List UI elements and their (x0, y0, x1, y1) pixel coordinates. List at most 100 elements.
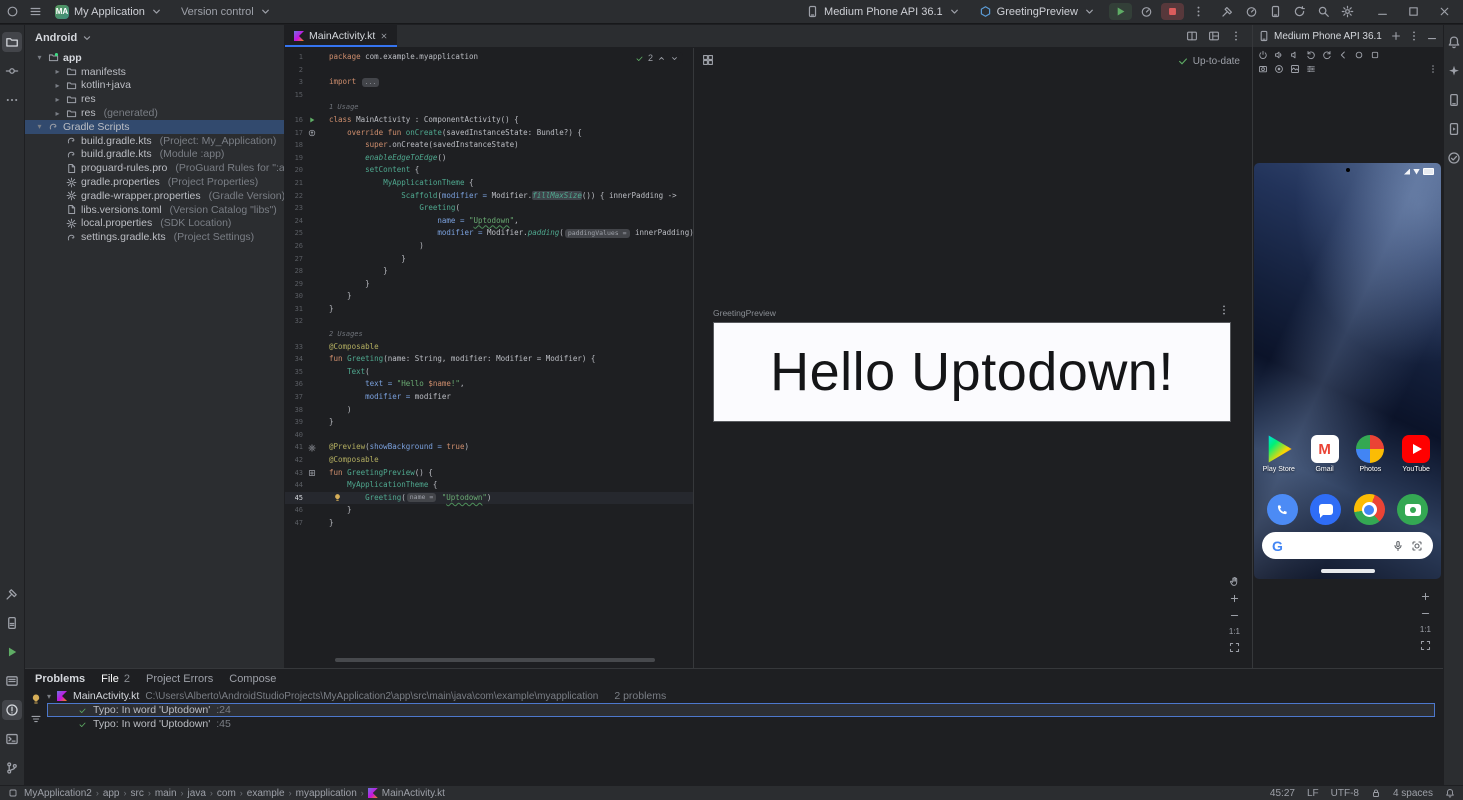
code-line[interactable]: 18 super.onCreate(savedInstanceState) (285, 139, 693, 152)
line-number[interactable]: 35 (285, 366, 303, 379)
zoom-to-fit-icon[interactable] (1420, 640, 1431, 651)
line-number[interactable]: 17 (285, 127, 303, 140)
line-number[interactable]: 3 (285, 76, 303, 89)
line-number[interactable] (285, 328, 303, 341)
line-number[interactable]: 40 (285, 429, 303, 442)
screenshot-icon[interactable] (1258, 64, 1268, 74)
code-line[interactable]: 15 (285, 89, 693, 102)
line-number[interactable]: 47 (285, 517, 303, 530)
code-line[interactable]: 30 } (285, 290, 693, 303)
minimize-icon[interactable] (1376, 5, 1389, 18)
volume-up-icon[interactable] (1274, 50, 1284, 60)
close-tab-icon[interactable] (380, 32, 388, 40)
tree-item-libs-versions-toml[interactable]: libs.versions.toml(Version Catalog "libs… (25, 203, 284, 217)
emulator-screen[interactable]: Play StoreGmailPhotosYouTube G (1254, 163, 1441, 579)
code-editor[interactable]: 1package com.example.myapplication23impo… (285, 48, 693, 668)
code-line[interactable]: 16class MainActivity : ComponentActivity… (285, 114, 693, 127)
code-line[interactable]: 46 } (285, 504, 693, 517)
app-photos[interactable]: Photos (1349, 435, 1391, 473)
main-menu-icon[interactable] (29, 5, 42, 18)
more-horizontal-icon[interactable] (2, 90, 22, 110)
sync-icon[interactable] (1293, 5, 1306, 18)
zoom-in-icon[interactable] (1420, 591, 1431, 602)
line-number[interactable]: 16 (285, 114, 303, 127)
code-line[interactable]: 29 } (285, 278, 693, 291)
lightbulb-icon[interactable] (333, 493, 342, 502)
line-number[interactable]: 15 (285, 89, 303, 102)
messages-dock-icon[interactable] (1310, 494, 1341, 525)
vcs-widget[interactable]: Version control (176, 3, 277, 20)
line-number[interactable]: 45 (285, 492, 303, 505)
code-line[interactable]: 37 modifier = modifier (285, 391, 693, 404)
breadcrumb-example[interactable]: example (247, 788, 285, 799)
device-tab[interactable]: Medium Phone API 36.1 (1253, 25, 1443, 48)
code-line[interactable]: 40 (285, 429, 693, 442)
tree-item-gradle-scripts[interactable]: ▾Gradle Scripts (25, 120, 284, 134)
problems-tab-project-errors[interactable]: Project Errors (146, 673, 213, 685)
code-line[interactable]: 43fun GreetingPreview() { (285, 467, 693, 480)
project-selector[interactable]: MA My Application (50, 3, 168, 21)
zoom-out-icon[interactable] (1229, 610, 1240, 621)
more-vertical-icon[interactable] (1192, 5, 1205, 18)
tree-item-res[interactable]: ▸res(generated) (25, 106, 284, 120)
app-youtube[interactable]: YouTube (1395, 435, 1437, 473)
encoding[interactable]: UTF-8 (1331, 788, 1359, 799)
line-number[interactable]: 36 (285, 378, 303, 391)
problem-row[interactable]: Typo: In word 'Uptodown':24 (47, 703, 1435, 717)
more-vertical-icon[interactable] (1408, 30, 1420, 42)
editor-tab-mainactivity[interactable]: MainActivity.kt (285, 25, 397, 47)
build-hammer-icon[interactable] (2, 584, 22, 604)
tree-item-settings-gradle-kts[interactable]: settings.gradle.kts(Project Settings) (25, 230, 284, 244)
breadcrumb-java[interactable]: java (188, 788, 206, 799)
hide-icon[interactable] (1426, 30, 1438, 42)
photos-icon[interactable] (1356, 435, 1384, 463)
line-number[interactable]: 42 (285, 454, 303, 467)
line-number[interactable]: 19 (285, 152, 303, 165)
version-control-icon[interactable] (2, 758, 22, 778)
line-number[interactable]: 32 (285, 315, 303, 328)
more-vertical-icon[interactable] (1428, 64, 1438, 74)
stop-button[interactable] (1161, 3, 1184, 20)
zoom-actual-size[interactable]: 1:1 (1229, 627, 1240, 636)
problem-row[interactable]: Typo: In word 'Uptodown':45 (47, 717, 1435, 731)
code-line[interactable]: 23 Greeting( (285, 202, 693, 215)
line-number[interactable]: 37 (285, 391, 303, 404)
line-ending[interactable]: LF (1307, 788, 1319, 799)
line-number[interactable]: 24 (285, 215, 303, 228)
line-number[interactable]: 29 (285, 278, 303, 291)
line-number[interactable]: 1 (285, 51, 303, 64)
insights-icon[interactable] (1444, 148, 1463, 168)
chrome-dock-icon[interactable] (1354, 494, 1385, 525)
code-line[interactable]: 27 } (285, 253, 693, 266)
power-icon[interactable] (1258, 50, 1268, 60)
line-number[interactable]: 20 (285, 164, 303, 177)
line-number[interactable]: 46 (285, 504, 303, 517)
code-line[interactable]: 38 ) (285, 404, 693, 417)
line-number[interactable]: 18 (285, 139, 303, 152)
search-icon[interactable] (1317, 5, 1330, 18)
notifications-icon[interactable] (1444, 32, 1463, 52)
code-line[interactable]: 20 setContent { (285, 164, 693, 177)
code-line[interactable]: 21 MyApplicationTheme { (285, 177, 693, 190)
tree-item-gradle-wrapper-properties[interactable]: gradle-wrapper.properties(Gradle Version… (25, 189, 284, 203)
record-icon[interactable] (1274, 64, 1284, 74)
code-line[interactable]: 24 name = "Uptodown", (285, 215, 693, 228)
code-line[interactable]: 25 modifier = Modifier.padding(paddingVa… (285, 227, 693, 240)
lightbulb-icon[interactable] (30, 693, 42, 705)
chevron-down-icon[interactable]: ▾ (35, 122, 44, 131)
terminal-icon[interactable] (2, 729, 22, 749)
run-button[interactable] (1109, 3, 1132, 20)
usage-inlay-hint[interactable]: 2 Usages (329, 330, 363, 338)
logcat-icon[interactable] (2, 671, 22, 691)
preview-gutter-icon[interactable] (308, 469, 316, 477)
code-line[interactable]: 41@Preview(showBackground = true) (285, 441, 693, 454)
tree-item-proguard-rules-pro[interactable]: proguard-rules.pro(ProGuard Rules for ":… (25, 161, 284, 175)
tree-item-app[interactable]: ▾app (25, 51, 284, 65)
code-line[interactable]: 35 Text( (285, 366, 693, 379)
chevron-right-icon[interactable]: ▸ (53, 81, 62, 90)
breadcrumb-com[interactable]: com (217, 788, 236, 799)
line-number[interactable]: 33 (285, 341, 303, 354)
code-line[interactable]: 2 (285, 64, 693, 77)
zoom-actual-size[interactable]: 1:1 (1420, 625, 1431, 634)
run-icon[interactable] (2, 642, 22, 662)
